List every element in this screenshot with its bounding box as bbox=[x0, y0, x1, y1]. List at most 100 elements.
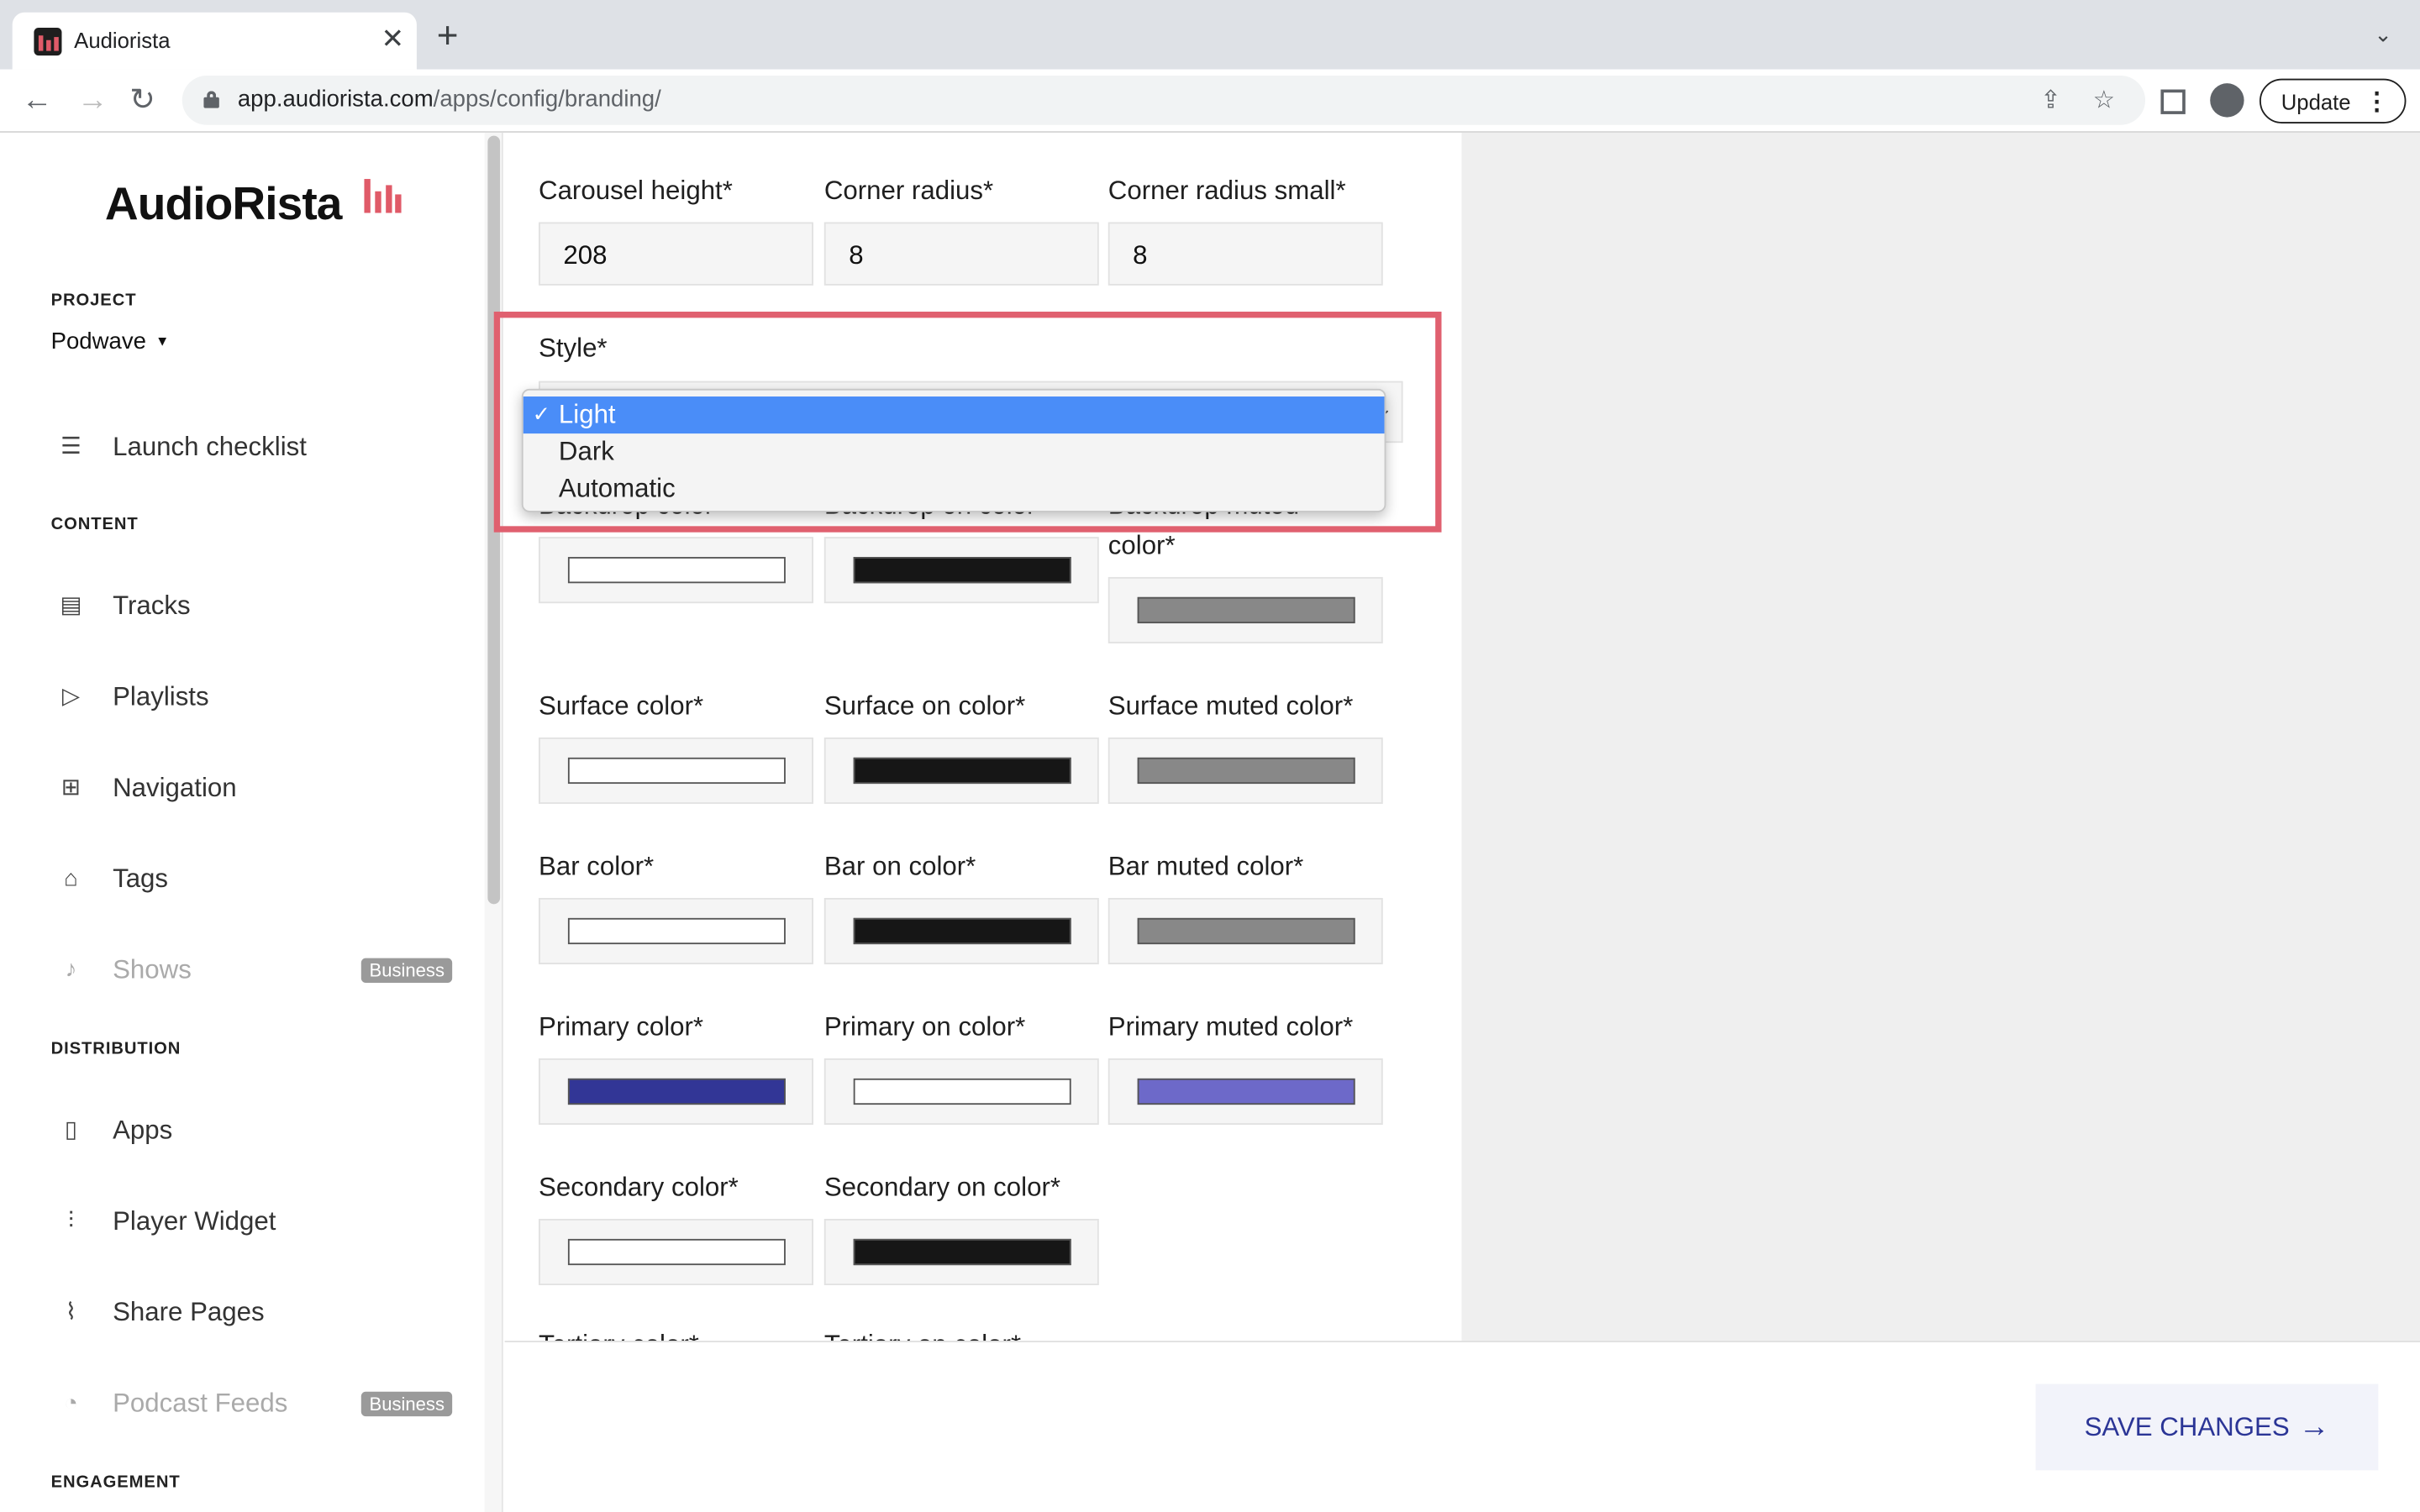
color-swatch[interactable] bbox=[1137, 1078, 1355, 1105]
bar-on-color-input[interactable] bbox=[823, 897, 1099, 964]
surface-muted-color-label: Surface muted color* bbox=[1107, 690, 1354, 721]
primary-muted-color-label: Primary muted color* bbox=[1107, 1011, 1354, 1042]
color-swatch[interactable] bbox=[567, 757, 786, 785]
distribution-section-label: DISTRIBUTION bbox=[50, 1039, 182, 1059]
lock-icon[interactable] bbox=[203, 91, 219, 108]
paperclip-icon: ⌇ bbox=[65, 1299, 77, 1326]
tab-search-chevron-icon[interactable]: ⌄ bbox=[2374, 22, 2392, 48]
surface-muted-color-input[interactable] bbox=[1107, 737, 1383, 804]
browser-tab[interactable]: Audiorista ✕ bbox=[12, 12, 417, 70]
surface-on-color-label: Surface on color* bbox=[823, 690, 1026, 721]
color-swatch[interactable] bbox=[853, 757, 1071, 785]
color-swatch[interactable] bbox=[853, 1078, 1071, 1105]
primary-color-label: Primary color* bbox=[539, 1011, 704, 1042]
star-bookmark-icon[interactable]: ☆ bbox=[2093, 85, 2115, 116]
address-bar[interactable]: app.audiorista.com/apps/config/branding/… bbox=[182, 76, 2146, 125]
engagement-section-label: ENGAGEMENT bbox=[50, 1473, 181, 1493]
logo: AudioRista bbox=[104, 179, 343, 230]
bar-muted-color-label: Bar muted color* bbox=[1107, 851, 1304, 881]
kebab-menu-icon[interactable]: ⋮ bbox=[2365, 87, 2389, 118]
document-icon: ▤ bbox=[60, 592, 82, 619]
reload-icon[interactable]: ↻ bbox=[129, 81, 155, 118]
arrow-right-icon: → bbox=[2298, 1409, 2330, 1444]
sidebar-item-navigation[interactable]: ⊞ Navigation bbox=[51, 765, 459, 811]
backdrop-on-color-input[interactable] bbox=[823, 537, 1099, 604]
sidebar-item-tracks[interactable]: ▤ Tracks bbox=[51, 583, 459, 629]
project-selector[interactable]: Podwave ▼ bbox=[51, 328, 170, 354]
bar-color-label: Bar color* bbox=[539, 851, 655, 881]
update-button[interactable]: Update ⋮ bbox=[2259, 78, 2407, 123]
color-swatch[interactable] bbox=[853, 1238, 1071, 1266]
backdrop-muted-color-label-line2: color* bbox=[1107, 530, 1176, 560]
secondary-on-color-input[interactable] bbox=[823, 1219, 1099, 1286]
primary-muted-color-input[interactable] bbox=[1107, 1058, 1383, 1125]
color-swatch[interactable] bbox=[567, 1078, 786, 1105]
corner-radius-small-input[interactable]: 8 bbox=[1107, 222, 1383, 286]
color-swatch[interactable] bbox=[1137, 596, 1355, 624]
carousel-height-input[interactable]: 208 bbox=[539, 222, 813, 286]
backdrop-muted-color-input[interactable] bbox=[1107, 576, 1383, 643]
sidebar-item-player-widget[interactable]: ⫶ Player Widget bbox=[51, 1199, 459, 1245]
browser-toolbar: ← → ↻ app.audiorista.com/apps/config/bra… bbox=[0, 69, 2420, 133]
profile-avatar-icon[interactable] bbox=[2210, 83, 2244, 118]
sidebar-item-launch-checklist[interactable]: ☰ Launch checklist bbox=[51, 424, 459, 470]
preview-pane bbox=[1461, 132, 2420, 1342]
new-tab-icon[interactable]: + bbox=[437, 18, 459, 55]
secondary-color-input[interactable] bbox=[539, 1219, 813, 1286]
primary-on-color-input[interactable] bbox=[823, 1058, 1099, 1125]
microphone-icon: ♪ bbox=[65, 956, 77, 984]
bar-on-color-label: Bar on color* bbox=[823, 851, 976, 881]
carousel-height-label: Carousel height* bbox=[539, 176, 733, 206]
color-swatch[interactable] bbox=[853, 917, 1071, 945]
sidebar-item-podcast-feeds[interactable]: ◔ Podcast Feeds Business bbox=[51, 1381, 459, 1427]
backdrop-color-input[interactable] bbox=[539, 537, 813, 604]
forward-arrow-icon[interactable]: → bbox=[77, 81, 108, 118]
color-swatch[interactable] bbox=[567, 557, 786, 584]
url-text[interactable]: app.audiorista.com/apps/config/branding/ bbox=[238, 87, 661, 113]
tag-icon: ⌂ bbox=[64, 865, 78, 892]
save-changes-button[interactable]: SAVE CHANGES → bbox=[2035, 1383, 2379, 1471]
primary-color-input[interactable] bbox=[539, 1058, 813, 1125]
business-badge: Business bbox=[361, 1391, 453, 1417]
corner-radius-input[interactable]: 8 bbox=[823, 222, 1099, 286]
project-section-label: PROJECT bbox=[50, 291, 137, 311]
rss-icon: ◔ bbox=[64, 1389, 78, 1417]
secondary-color-label: Secondary color* bbox=[539, 1172, 739, 1202]
share-icon[interactable]: ⇪ bbox=[2040, 85, 2061, 116]
sidebar-item-share-pages[interactable]: ⌇ Share Pages bbox=[51, 1290, 459, 1336]
surface-color-input[interactable] bbox=[539, 737, 813, 804]
business-badge: Business bbox=[361, 958, 453, 984]
tab-title: Audiorista bbox=[74, 28, 171, 53]
audiorista-favicon-icon bbox=[34, 28, 62, 56]
back-arrow-icon[interactable]: ← bbox=[22, 81, 53, 118]
sidebar-item-playlists[interactable]: ▷ Playlists bbox=[51, 675, 459, 721]
play-icon: ▷ bbox=[61, 683, 81, 710]
side-panel-icon[interactable] bbox=[2160, 89, 2186, 114]
sidebar: AudioRista PROJECT Podwave ▼ ☰ Launch che… bbox=[0, 132, 503, 1512]
sidebar-item-apps[interactable]: ▯ Apps bbox=[51, 1108, 459, 1154]
sidebar-item-tags[interactable]: ⌂ Tags bbox=[51, 856, 459, 902]
primary-on-color-label: Primary on color* bbox=[823, 1011, 1026, 1042]
sidebar-item-shows[interactable]: ♪ Shows Business bbox=[51, 948, 459, 994]
highlight-box bbox=[493, 312, 1442, 533]
color-swatch[interactable] bbox=[1137, 757, 1355, 785]
color-swatch[interactable] bbox=[567, 917, 786, 945]
bar-muted-color-input[interactable] bbox=[1107, 897, 1383, 964]
caret-down-icon: ▼ bbox=[155, 333, 170, 349]
tab-close-icon[interactable]: ✕ bbox=[381, 24, 405, 55]
content-section-label: CONTENT bbox=[50, 515, 139, 534]
surface-on-color-input[interactable] bbox=[823, 737, 1099, 804]
color-swatch[interactable] bbox=[567, 1238, 786, 1266]
corner-radius-small-label: Corner radius small* bbox=[1107, 176, 1346, 206]
color-swatch[interactable] bbox=[1137, 917, 1355, 945]
bar-color-input[interactable] bbox=[539, 897, 813, 964]
color-swatch[interactable] bbox=[853, 557, 1071, 584]
logo-bars-icon bbox=[364, 179, 402, 213]
grid-icon: ⊞ bbox=[60, 774, 82, 801]
sliders-icon: ⫶ bbox=[68, 1208, 74, 1235]
browser-tab-strip: Audiorista ✕ + ⌄ bbox=[0, 0, 2420, 70]
list-icon: ☰ bbox=[60, 433, 82, 460]
secondary-on-color-label: Secondary on color* bbox=[823, 1172, 1061, 1202]
surface-color-label: Surface color* bbox=[539, 690, 704, 721]
corner-radius-label: Corner radius* bbox=[823, 176, 994, 206]
